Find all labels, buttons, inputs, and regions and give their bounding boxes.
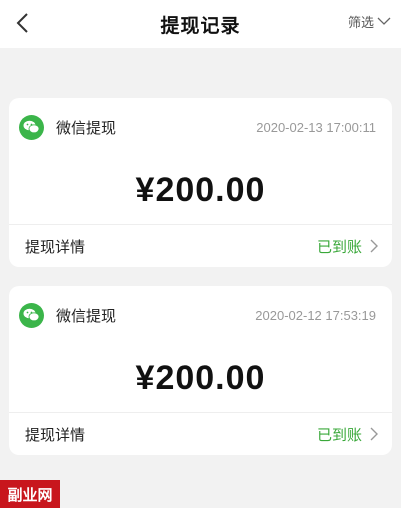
withdraw-method: 微信提现 (56, 118, 117, 137)
withdraw-record-card: 微信提现 2020-02-12 17:53:19 ¥200.00 提现详情 已到… (9, 286, 392, 455)
record-header: 微信提现 2020-02-12 17:53:19 (9, 286, 392, 344)
chevron-left-icon (16, 13, 28, 33)
withdraw-amount: ¥200.00 (135, 358, 266, 397)
record-header: 微信提现 2020-02-13 17:00:11 (9, 98, 392, 156)
detail-label: 提现详情 (25, 237, 86, 256)
watermark-logo: 副业网 (0, 480, 60, 508)
withdraw-time: 2020-02-13 17:00:11 (256, 119, 376, 135)
chevron-right-icon (370, 427, 378, 441)
detail-label: 提现详情 (25, 425, 86, 444)
withdraw-record-card: 微信提现 2020-02-13 17:00:11 ¥200.00 提现详情 已到… (9, 98, 392, 267)
withdraw-amount: ¥200.00 (135, 170, 266, 209)
withdraw-detail-row[interactable]: 提现详情 已到账 (9, 413, 392, 455)
chevron-down-icon (377, 17, 391, 25)
back-button[interactable] (8, 8, 38, 38)
withdraw-method: 微信提现 (56, 306, 117, 325)
nav-bar: 提现记录 筛选 (0, 0, 401, 48)
wechat-icon (19, 302, 44, 328)
filter-button[interactable]: 筛选 (348, 12, 391, 31)
withdraw-time: 2020-02-12 17:53:19 (255, 307, 376, 323)
status-text: 已到账 (316, 237, 362, 256)
status-text: 已到账 (316, 425, 362, 444)
chevron-right-icon (370, 239, 378, 253)
wechat-icon (19, 114, 44, 140)
withdraw-detail-row[interactable]: 提现详情 已到账 (9, 225, 392, 267)
filter-label: 筛选 (347, 16, 374, 31)
page-title: 提现记录 (160, 14, 241, 37)
